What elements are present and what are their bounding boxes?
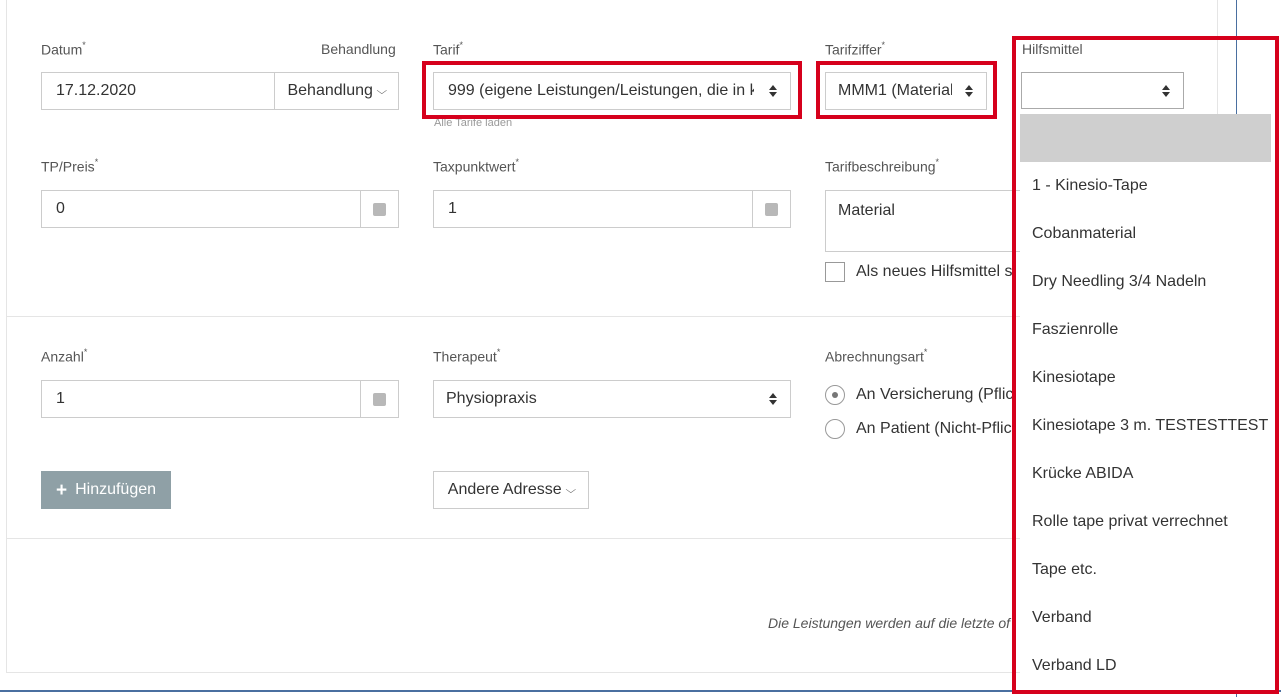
radio-button[interactable] [825, 419, 845, 439]
taxpunktwert-value: 1 [448, 200, 457, 217]
tarifbeschreibung-label: Tarifbeschreibung* [825, 157, 940, 175]
radio-label: An Patient (Nicht-Pflic [856, 420, 1012, 437]
footer-note: Die Leistungen werden auf die letzte of [768, 615, 1011, 631]
square-icon [765, 202, 778, 216]
square-icon [373, 392, 386, 406]
radio-an-patient[interactable]: An Patient (Nicht-Pflic [825, 418, 1020, 440]
calculator-button[interactable] [360, 381, 398, 417]
tarifziffer-label: Tarifziffer* [825, 40, 886, 58]
andere-adresse-label: Andere Adresse [447, 481, 562, 498]
behandlung-dropdown[interactable]: Behandlung ⌵ [274, 72, 399, 110]
anzahl-value: 1 [56, 390, 65, 407]
tp-preis-value: 0 [56, 200, 65, 217]
calculator-button[interactable] [752, 191, 790, 227]
radio-label: An Versicherung (Pflic [856, 386, 1014, 403]
als-neues-hilfsmittel-checkbox[interactable] [825, 262, 845, 282]
tp-preis-label: TP/Preis* [41, 157, 99, 175]
taxpunktwert-field[interactable]: 1 [433, 190, 791, 228]
andere-adresse-dropdown[interactable]: Andere Adresse ⌵ [433, 471, 589, 509]
therapeut-value: Physiopraxis [446, 390, 537, 407]
als-neues-hilfsmittel-label: Als neues Hilfsmittel s [856, 263, 1013, 280]
highlight-box-tarifziffer [816, 61, 997, 119]
radio-button-selected[interactable] [825, 385, 845, 405]
highlight-box-hilfsmittel [1012, 36, 1279, 694]
behandlung-label: Behandlung [321, 41, 396, 57]
tarifbeschreibung-textarea[interactable]: Material [825, 190, 1025, 252]
anzahl-field[interactable]: 1 [41, 380, 399, 418]
square-icon [373, 202, 386, 216]
plus-icon: + [55, 479, 68, 501]
highlight-box-tarif [422, 61, 802, 119]
tarifbeschreibung-value: Material [838, 202, 895, 219]
taxpunktwert-label: Taxpunktwert* [433, 157, 519, 175]
chevron-down-icon: ⌵ [376, 85, 388, 97]
calculator-button[interactable] [360, 191, 398, 227]
hinzufuegen-label: Hinzufügen [75, 481, 157, 498]
datum-label: Datum* [41, 40, 86, 58]
datum-value: 17.12.2020 [56, 82, 137, 99]
behandlung-dropdown-label: Behandlung [287, 82, 373, 99]
select-arrows-icon [769, 393, 777, 405]
radio-an-versicherung[interactable]: An Versicherung (Pflic [825, 384, 1020, 406]
chevron-down-icon: ⌵ [565, 484, 576, 496]
therapeut-select[interactable]: Physiopraxis [433, 380, 791, 418]
tarif-label: Tarif* [433, 40, 463, 58]
anzahl-label: Anzahl* [41, 347, 88, 365]
therapeut-label: Therapeut* [433, 347, 501, 365]
hinzufuegen-button[interactable]: + Hinzufügen [41, 471, 171, 509]
tp-preis-field[interactable]: 0 [41, 190, 399, 228]
abrechnungsart-label: Abrechnungsart* [825, 347, 928, 365]
